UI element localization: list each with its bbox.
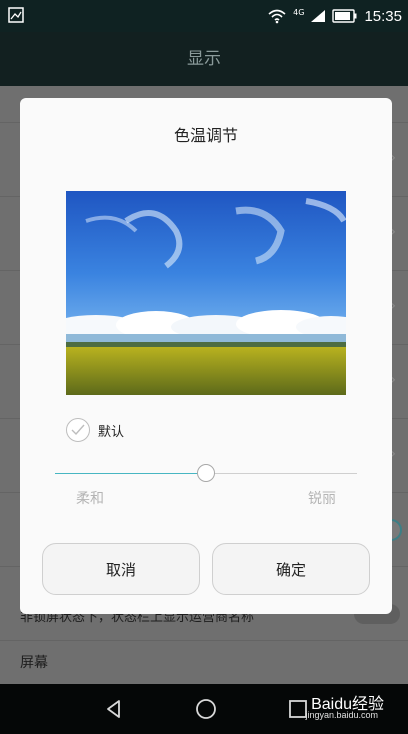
cancel-button[interactable]: 取消 <box>42 543 200 595</box>
home-icon[interactable] <box>194 697 218 721</box>
status-bar: 4G 15:35 <box>0 0 408 32</box>
gallery-icon <box>8 7 24 23</box>
slider-thumb[interactable] <box>197 464 215 482</box>
preview-image <box>66 191 346 395</box>
app-bar: 显示 <box>0 32 408 86</box>
status-time: 15:35 <box>364 7 402 25</box>
color-temperature-dialog: 色温调节 默认 柔和 锐丽 取消 确定 <box>20 98 392 614</box>
network-type-label: 4G <box>293 8 305 17</box>
slider-min-label: 柔和 <box>76 491 104 507</box>
color-temperature-slider[interactable] <box>55 464 357 484</box>
battery-icon <box>332 9 357 23</box>
page-title: 显示 <box>187 49 221 69</box>
default-checkbox-label: 默认 <box>98 424 125 440</box>
slider-track <box>206 473 357 474</box>
ok-button[interactable]: 确定 <box>212 543 370 595</box>
default-checkbox[interactable] <box>66 418 90 442</box>
signal-icon <box>311 10 326 22</box>
default-checkbox-row[interactable]: 默认 <box>66 418 124 442</box>
dialog-title: 色温调节 <box>173 126 238 145</box>
slider-max-label: 锐丽 <box>308 491 336 507</box>
checkmark-icon <box>71 424 85 436</box>
slider-track-fill <box>55 473 206 474</box>
back-icon[interactable] <box>102 697 126 721</box>
section-header: 屏幕 <box>20 655 48 671</box>
watermark-url: jingyan.baidu.com <box>305 710 378 720</box>
wifi-icon <box>268 9 286 24</box>
